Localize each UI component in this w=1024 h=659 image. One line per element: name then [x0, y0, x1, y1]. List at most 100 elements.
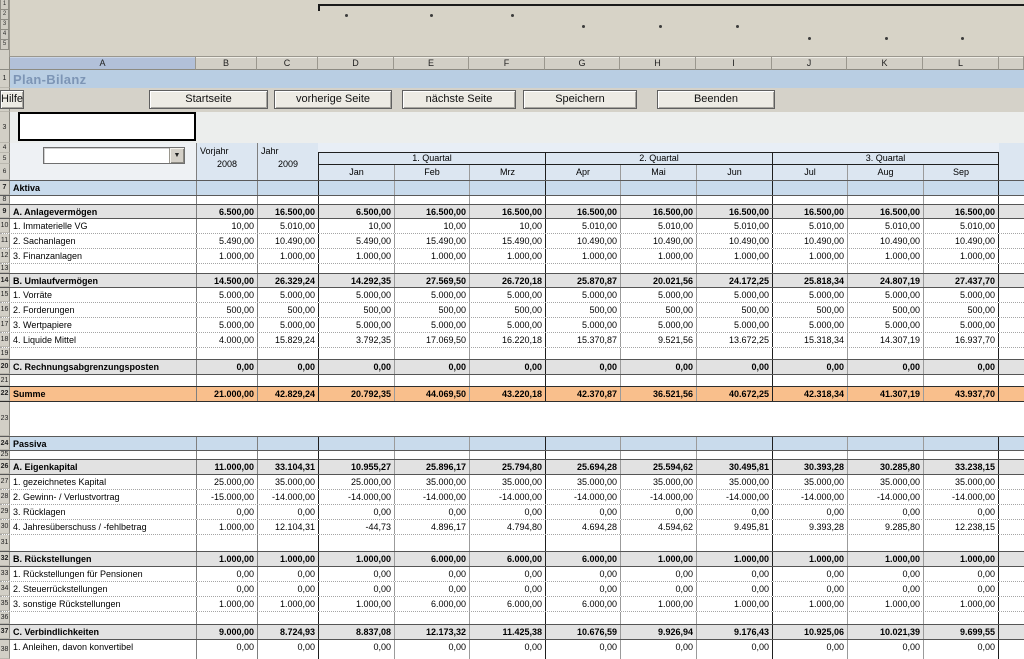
- cell[interactable]: -15.000,00: [196, 490, 257, 504]
- cell[interactable]: 42.318,34: [772, 387, 847, 401]
- selected-cell[interactable]: [18, 112, 196, 141]
- cell[interactable]: 5.490,00: [318, 234, 394, 248]
- cell[interactable]: 1.000,00: [318, 249, 394, 263]
- cell[interactable]: [394, 264, 469, 273]
- cell[interactable]: 16.500,00: [696, 205, 772, 218]
- cell[interactable]: 0,00: [847, 582, 923, 596]
- cell[interactable]: 12.173,32: [394, 625, 469, 639]
- cell[interactable]: [196, 612, 257, 624]
- cell[interactable]: 0,00: [923, 640, 999, 659]
- cell[interactable]: 15.370,87: [545, 333, 620, 347]
- cell[interactable]: [394, 437, 469, 450]
- cell[interactable]: 4.594,62: [620, 520, 696, 534]
- vorjahr-header-cell[interactable]: Vorjahr 2008: [196, 143, 257, 180]
- cell[interactable]: 0,00: [545, 640, 620, 659]
- cell[interactable]: 5.000,00: [545, 318, 620, 332]
- cell[interactable]: 13.672,25: [696, 333, 772, 347]
- cell[interactable]: 1.000,00: [620, 249, 696, 263]
- cell[interactable]: 35.000,00: [923, 475, 999, 489]
- cell[interactable]: 5.000,00: [469, 288, 545, 302]
- cell[interactable]: 6.500,00: [318, 205, 394, 218]
- month-header[interactable]: Jan: [318, 165, 394, 180]
- cell[interactable]: 500,00: [394, 303, 469, 317]
- cell[interactable]: [196, 264, 257, 273]
- cell[interactable]: 0,00: [196, 567, 257, 581]
- cell[interactable]: 1.000,00: [772, 249, 847, 263]
- cell[interactable]: 25.794,80: [469, 460, 545, 474]
- cell[interactable]: [469, 437, 545, 450]
- month-header[interactable]: Feb: [394, 165, 469, 180]
- cell[interactable]: 24.807,19: [847, 274, 923, 287]
- row-header[interactable]: 24: [0, 437, 10, 450]
- row-header[interactable]: 34: [0, 582, 10, 596]
- cell[interactable]: [318, 348, 394, 359]
- cell[interactable]: 1.000,00: [696, 249, 772, 263]
- cell[interactable]: 1.000,00: [847, 552, 923, 566]
- row-label-cell[interactable]: 3. sonstige Rückstellungen: [10, 597, 196, 611]
- cell[interactable]: 9.926,94: [620, 625, 696, 639]
- cell[interactable]: 1.000,00: [257, 552, 318, 566]
- column-header-cell[interactable]: A: [10, 57, 196, 70]
- row-header[interactable]: 26: [0, 460, 10, 474]
- row-header[interactable]: 7: [0, 181, 10, 195]
- cell[interactable]: 0,00: [196, 360, 257, 374]
- cell[interactable]: 14.307,19: [847, 333, 923, 347]
- column-header-cell[interactable]: G: [545, 57, 620, 70]
- row-header[interactable]: 31: [0, 535, 10, 551]
- cell[interactable]: [257, 264, 318, 273]
- cell[interactable]: 0,00: [545, 360, 620, 374]
- combobox-value[interactable]: [44, 148, 169, 163]
- cell[interactable]: 10.490,00: [696, 234, 772, 248]
- cell[interactable]: 1.000,00: [257, 597, 318, 611]
- cell[interactable]: [696, 196, 772, 204]
- cell[interactable]: [196, 181, 257, 195]
- cell[interactable]: [394, 451, 469, 459]
- cell[interactable]: 5.000,00: [923, 318, 999, 332]
- cell[interactable]: 1.000,00: [923, 597, 999, 611]
- cell[interactable]: 0,00: [318, 640, 394, 659]
- cell[interactable]: 6.000,00: [545, 552, 620, 566]
- cell[interactable]: 0,00: [196, 640, 257, 659]
- cell[interactable]: 11.425,38: [469, 625, 545, 639]
- cell[interactable]: 9.000,00: [196, 625, 257, 639]
- cell[interactable]: 35.000,00: [257, 475, 318, 489]
- row-label-cell[interactable]: 2. Sachanlagen: [10, 234, 196, 248]
- grid-corner[interactable]: [0, 57, 10, 70]
- row-header[interactable]: 1: [0, 70, 10, 88]
- cell[interactable]: 500,00: [196, 303, 257, 317]
- cell[interactable]: 35.000,00: [847, 475, 923, 489]
- column-header-cell[interactable]: I: [696, 57, 772, 70]
- cell[interactable]: [545, 535, 620, 551]
- outline-row-marker[interactable]: 1: [0, 0, 9, 10]
- cell[interactable]: 35.000,00: [696, 475, 772, 489]
- cell[interactable]: 500,00: [923, 303, 999, 317]
- row-label-cell[interactable]: [10, 196, 196, 204]
- cell[interactable]: 10,00: [196, 219, 257, 233]
- row-header[interactable]: 22: [0, 387, 10, 401]
- cell[interactable]: 10.955,27: [318, 460, 394, 474]
- cell[interactable]: [257, 181, 318, 195]
- row-header[interactable]: 15: [0, 288, 10, 302]
- cell[interactable]: [394, 348, 469, 359]
- cell[interactable]: 5.000,00: [620, 288, 696, 302]
- row-label-cell[interactable]: Passiva: [10, 437, 196, 450]
- cell[interactable]: [545, 196, 620, 204]
- cell[interactable]: 10.490,00: [847, 234, 923, 248]
- cell[interactable]: [318, 181, 394, 195]
- cell[interactable]: [847, 264, 923, 273]
- cell[interactable]: 500,00: [469, 303, 545, 317]
- cell[interactable]: 5.490,00: [196, 234, 257, 248]
- cell[interactable]: [696, 612, 772, 624]
- cell[interactable]: [923, 612, 999, 624]
- cell[interactable]: [620, 437, 696, 450]
- cell[interactable]: 9.393,28: [772, 520, 847, 534]
- cell[interactable]: 0,00: [394, 505, 469, 519]
- cell[interactable]: [196, 535, 257, 551]
- row-header[interactable]: 5: [0, 153, 10, 164]
- cell[interactable]: 10,00: [394, 219, 469, 233]
- month-header[interactable]: Jun: [696, 165, 772, 180]
- cell[interactable]: [847, 196, 923, 204]
- naechste-seite-button[interactable]: nächste Seite: [402, 90, 516, 109]
- column-header-cell[interactable]: B: [196, 57, 257, 70]
- cell[interactable]: [923, 348, 999, 359]
